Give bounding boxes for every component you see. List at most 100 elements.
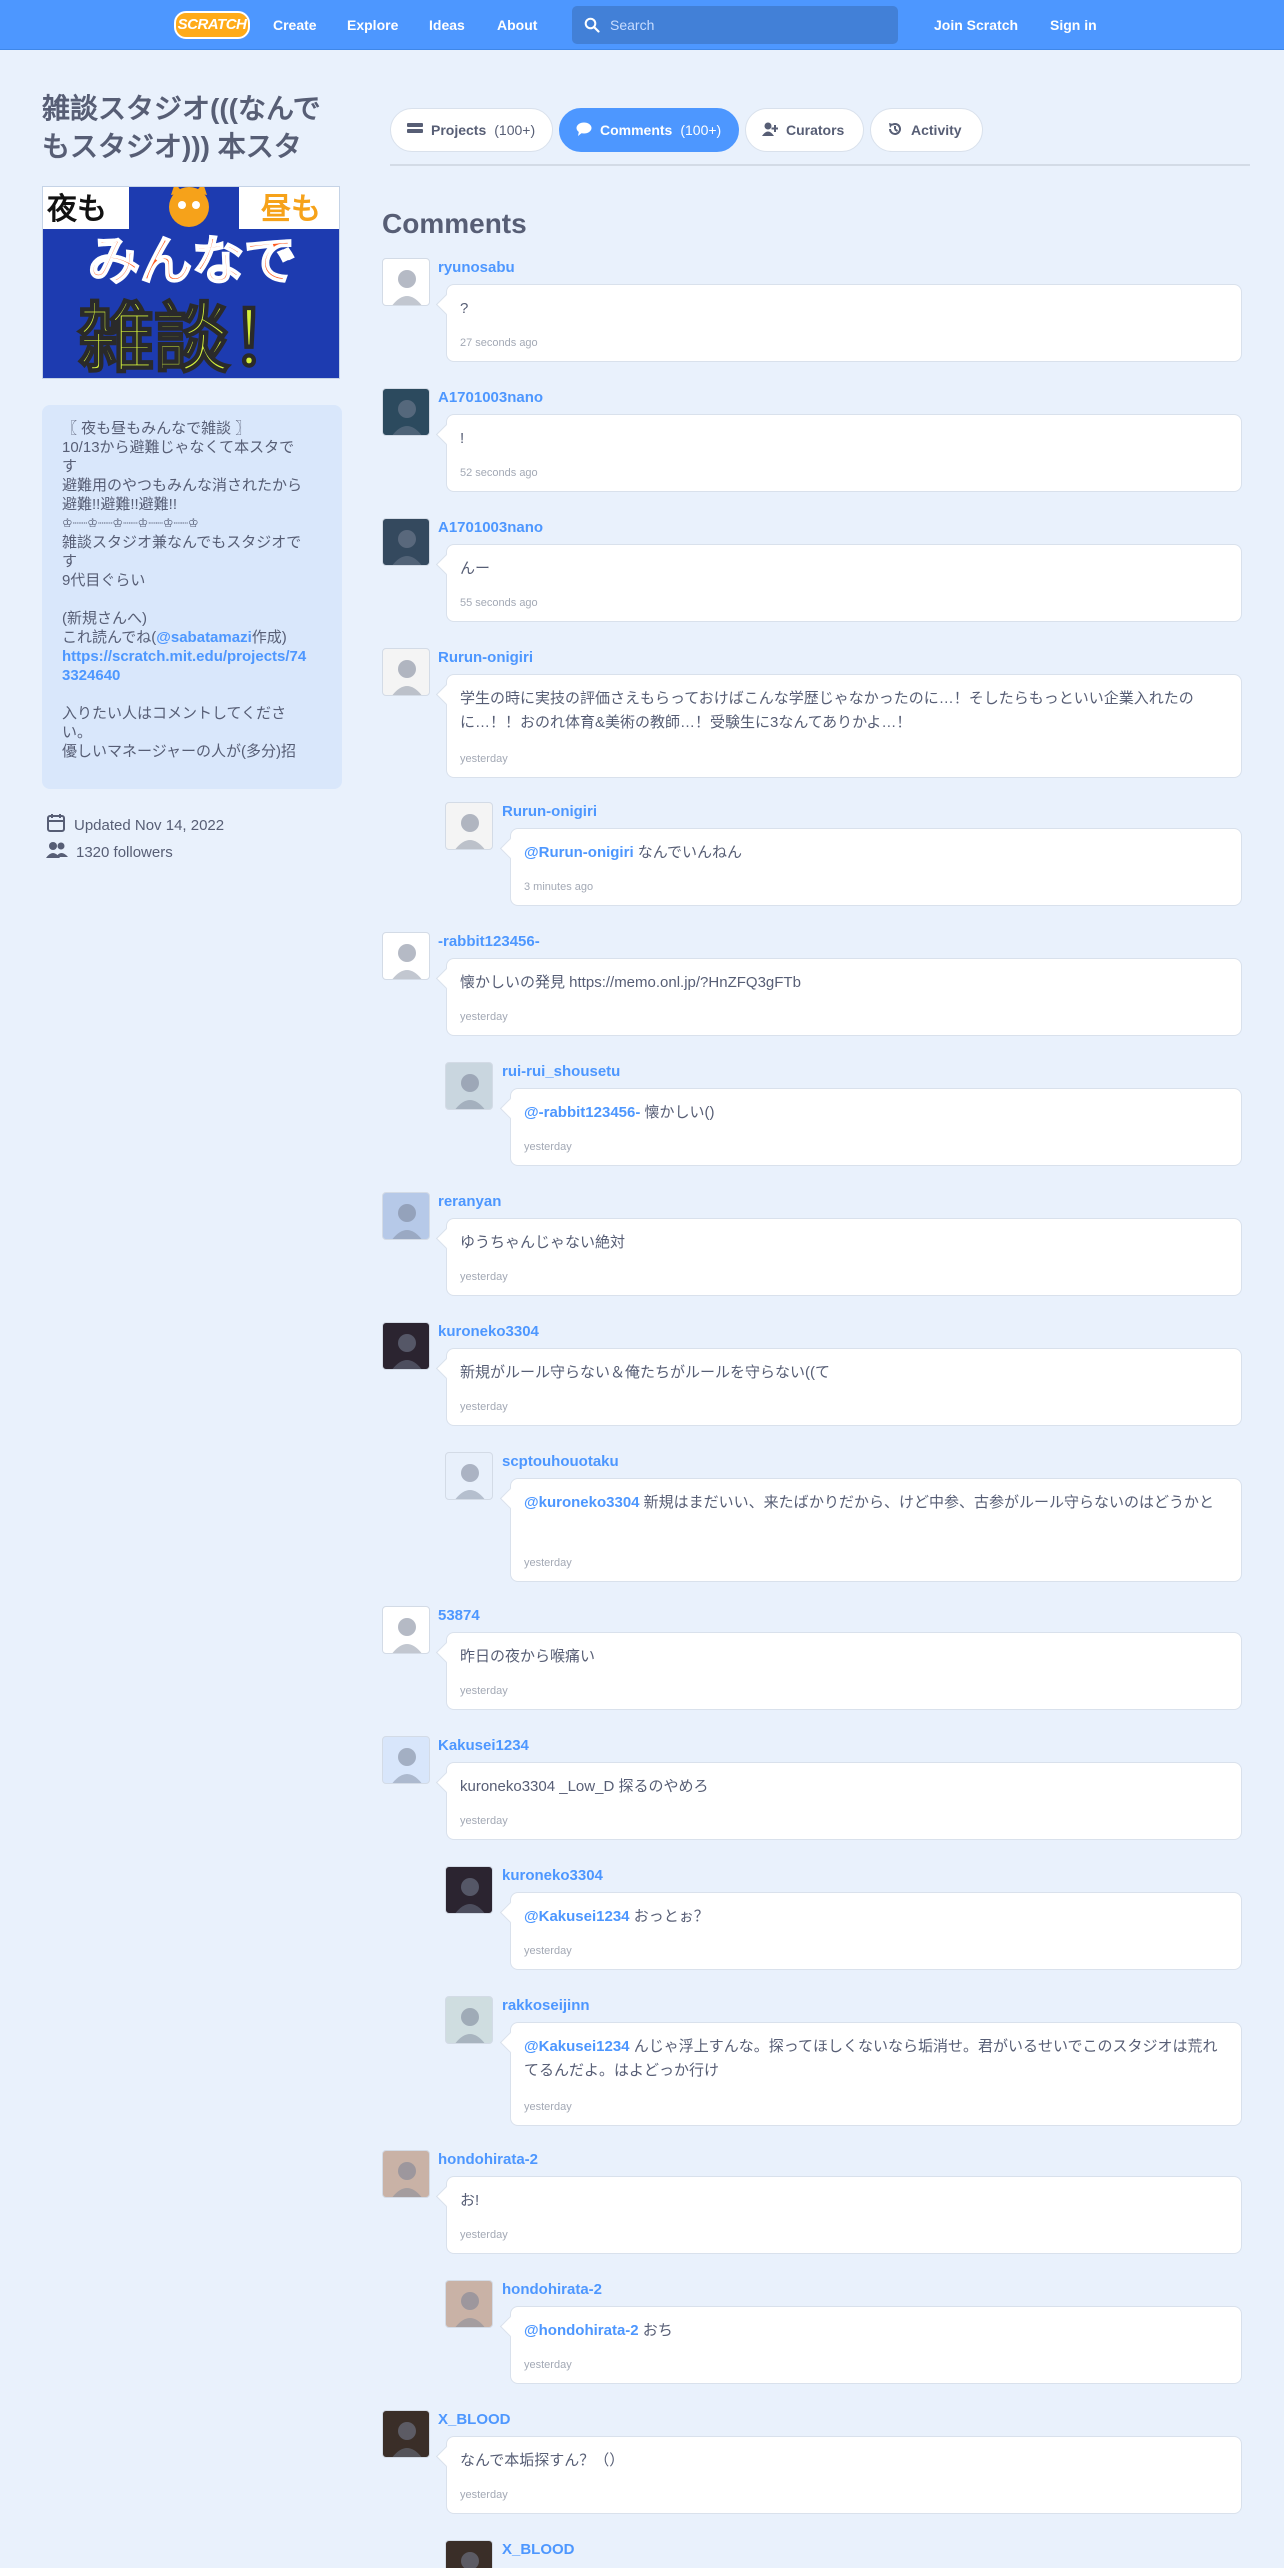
thumb-text-night: 夜も	[46, 192, 107, 227]
search-input[interactable]	[610, 6, 890, 44]
comment: 新規がルール守らない＆俺たちがルールを守らない((て yesterday	[446, 1348, 1242, 1426]
updated-row: Updated Nov 14, 2022	[46, 813, 224, 837]
join-scratch-link[interactable]: Join Scratch	[934, 0, 1018, 50]
comment-timestamp: yesterday	[460, 1271, 508, 1283]
comment-text: お!	[460, 2189, 1228, 2213]
comments-icon	[576, 122, 592, 139]
comment-username[interactable]: -rabbit123456-	[438, 933, 540, 950]
avatar[interactable]	[445, 802, 493, 850]
comment-mention-link[interactable]: @Kakusei1234	[524, 2038, 630, 2055]
comment-body: おち	[638, 2322, 673, 2339]
comment-username[interactable]: X_BLOOD	[438, 2411, 511, 2428]
avatar[interactable]	[382, 932, 430, 980]
avatar[interactable]	[445, 2280, 493, 2328]
comment-body: 昨日の夜から喉痛い	[460, 1648, 596, 1665]
comment-timestamp: yesterday	[524, 1141, 572, 1153]
tab-activity[interactable]: Activity	[870, 108, 983, 152]
avatar[interactable]	[382, 2410, 430, 2458]
avatar[interactable]	[445, 2540, 493, 2568]
avatar[interactable]	[382, 648, 430, 696]
avatar[interactable]	[382, 1192, 430, 1240]
comment-text: @Kakusei1234 んじゃ浮上すんな。探ってほしくないなら垢消せ。君がいる…	[524, 2035, 1228, 2083]
comment-username[interactable]: Kakusei1234	[438, 1737, 529, 1754]
comment: ! 52 seconds ago	[446, 414, 1242, 492]
scratch-logo[interactable]: SCRATCH	[174, 11, 250, 39]
search-box[interactable]	[572, 6, 898, 44]
sign-in-link[interactable]: Sign in	[1050, 0, 1097, 50]
comment-username[interactable]: Rurun-onigiri	[502, 803, 597, 820]
comment-timestamp: yesterday	[460, 2229, 508, 2241]
comment: ゆうちゃんじゃない絶対 yesterday	[446, 1218, 1242, 1296]
curators-icon	[762, 122, 779, 139]
comment-mention-link[interactable]: @hondohirata-2	[524, 2322, 639, 2339]
avatar[interactable]	[445, 1062, 493, 1110]
comment-mention-link[interactable]: @-rabbit123456-	[524, 1104, 640, 1121]
comment-body: んー	[460, 560, 491, 577]
comment: 昨日の夜から喉痛い yesterday	[446, 1632, 1242, 1710]
nav-create[interactable]: Create	[273, 0, 317, 50]
avatar[interactable]	[382, 1736, 430, 1784]
avatar[interactable]	[382, 1606, 430, 1654]
comment-body: kuroneko3304 _Low_D 探るのやめろ	[460, 1778, 709, 1795]
comment-username[interactable]: A1701003nano	[438, 389, 543, 406]
comment-mention-link[interactable]: @Kakusei1234	[524, 1908, 630, 1925]
avatar[interactable]	[382, 518, 430, 566]
description-project-link[interactable]: https://scratch.mit.edu/projects/74	[62, 647, 322, 666]
studio-thumbnail: 夜も 昼も みんなで 雑談！	[42, 186, 340, 379]
search-icon	[584, 17, 600, 38]
comment-username[interactable]: rui-rui_shousetu	[502, 1063, 620, 1080]
comment-timestamp: 3 minutes ago	[524, 881, 594, 893]
comment-mention-link[interactable]: @Rurun-onigiri	[524, 844, 634, 861]
tabs-divider	[390, 164, 1250, 166]
tab-projects[interactable]: Projects (100+)	[390, 108, 553, 152]
comment-text: !	[460, 427, 1228, 451]
comment: お! yesterday	[446, 2176, 1242, 2254]
thumb-text-together: みんなで	[88, 232, 296, 292]
studio-description: 〖 夜も昼もみんなで雑談 〗 10/13から避難じゃなくて本スタで す 避難用の…	[42, 405, 342, 789]
comment: kuroneko3304 _Low_D 探るのやめろ yesterday	[446, 1762, 1242, 1840]
avatar[interactable]	[445, 1996, 493, 2044]
comment-username[interactable]: hondohirata-2	[502, 2281, 602, 2298]
nav-explore[interactable]: Explore	[347, 0, 398, 50]
avatar[interactable]	[382, 258, 430, 306]
studio-title: 雑談スタジオ(((なんでもスタジオ))) 本スタ	[42, 93, 321, 162]
comment-text: なんで本垢探すん？（）	[460, 2449, 1228, 2473]
avatar[interactable]	[382, 2150, 430, 2198]
comment-username[interactable]: Rurun-onigiri	[438, 649, 533, 666]
comment-timestamp: 52 seconds ago	[460, 467, 538, 479]
comment-username[interactable]: reranyan	[438, 1193, 501, 1210]
comment-timestamp: yesterday	[460, 2489, 508, 2501]
comment-username[interactable]: X_BLOOD	[502, 2541, 575, 2558]
reply-comment: @hondohirata-2 おち yesterday	[510, 2306, 1242, 2384]
comment-username[interactable]: A1701003nano	[438, 519, 543, 536]
tab-comments[interactable]: Comments (100+)	[559, 108, 739, 152]
comment-username[interactable]: 53874	[438, 1607, 480, 1624]
followers-count: 1320 followers	[76, 843, 173, 861]
comment-timestamp: yesterday	[460, 1011, 508, 1023]
nav-about[interactable]: About	[497, 0, 537, 50]
description-mention-link[interactable]: @sabatamazi	[156, 629, 252, 646]
comment-body: 新規はまだいい、来たばかりだから、けど中参、古参がルール守らないのはどうかと	[639, 1494, 1214, 1511]
comment-body: ?	[460, 300, 469, 317]
avatar[interactable]	[445, 1452, 493, 1500]
avatar[interactable]	[382, 1322, 430, 1370]
tab-curators[interactable]: Curators	[745, 108, 864, 152]
comment-username[interactable]: kuroneko3304	[502, 1867, 603, 1884]
comment-body: なんで本垢探すん？（）	[460, 2452, 625, 2469]
avatar[interactable]	[445, 1866, 493, 1914]
comment-username[interactable]: kuroneko3304	[438, 1323, 539, 1340]
comment-username[interactable]: hondohirata-2	[438, 2151, 538, 2168]
comment: なんで本垢探すん？（） yesterday	[446, 2436, 1242, 2514]
comment-text: ゆうちゃんじゃない絶対	[460, 1231, 1228, 1255]
nav-ideas[interactable]: Ideas	[429, 0, 465, 50]
avatar[interactable]	[382, 388, 430, 436]
comment-username[interactable]: ryunosabu	[438, 259, 515, 276]
reply-comment: @Kakusei1234 んじゃ浮上すんな。探ってほしくないなら垢消せ。君がいる…	[510, 2022, 1242, 2126]
comment-mention-link[interactable]: @kuroneko3304	[524, 1494, 640, 1511]
comment-username[interactable]: rakkoseijinn	[502, 1997, 590, 2014]
comment-text: 昨日の夜から喉痛い	[460, 1645, 1228, 1669]
reply-comment: @kuroneko3304 新規はまだいい、来たばかりだから、けど中参、古参がル…	[510, 1478, 1242, 1582]
comment-username[interactable]: scptouhouotaku	[502, 1453, 619, 1470]
comment-body: お!	[460, 2192, 480, 2209]
activity-icon	[887, 121, 903, 140]
